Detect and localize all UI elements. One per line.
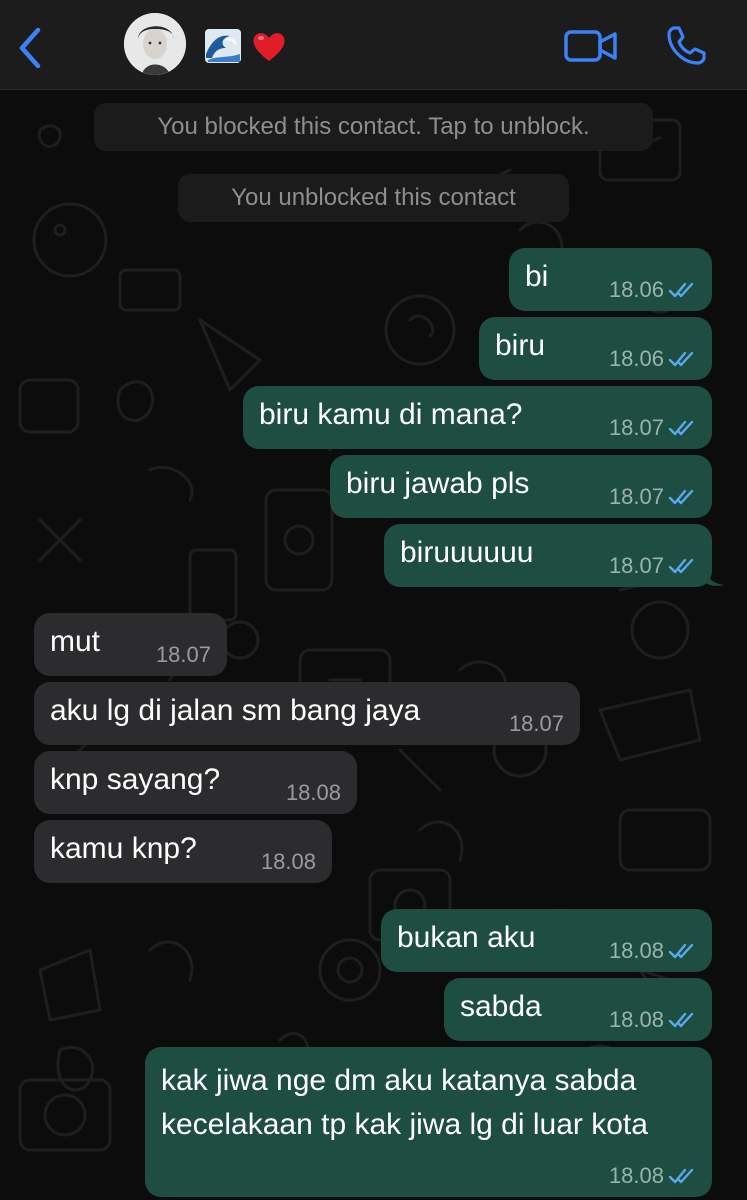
message-meta: 18.07 <box>609 482 698 512</box>
message-meta: 18.08 <box>609 936 698 966</box>
message-bubble-incoming[interactable]: knp sayang? 18.08 <box>34 751 357 814</box>
read-ticks-icon <box>668 943 694 959</box>
message-text: kamu knp? <box>50 832 197 865</box>
message-time: 18.08 <box>608 938 664 963</box>
avatar-photo <box>124 13 186 75</box>
message-meta: 18.07 <box>156 640 211 670</box>
message-text: bi <box>525 260 549 293</box>
message-text: biru <box>495 329 546 362</box>
message-meta: 18.07 <box>609 551 698 581</box>
message-time: 18.06 <box>608 277 664 302</box>
message-text: biru jawab pls <box>346 467 530 500</box>
voice-call-button[interactable] <box>664 24 708 68</box>
message-meta: 18.06 <box>609 275 698 305</box>
chevron-left-icon <box>19 27 41 69</box>
message-bubble-outgoing[interactable]: biru jawab pls 18.07 <box>330 455 712 518</box>
chat-area[interactable]: You blocked this contact. Tap to unblock… <box>0 90 747 1200</box>
message-bubble-outgoing[interactable]: bukan aku 18.08 <box>381 909 712 972</box>
red-heart-emoji <box>250 28 288 64</box>
read-ticks-icon <box>668 351 694 367</box>
message-bubble-outgoing[interactable]: biru kamu di mana? 18.07 <box>243 386 712 449</box>
message-meta: 18.08 <box>609 1161 698 1191</box>
message-text: kak jiwa nge dm aku katanya sabda kecela… <box>161 1064 648 1141</box>
system-message-blocked[interactable]: You blocked this contact. Tap to unblock… <box>94 103 653 151</box>
read-ticks-icon <box>668 1168 694 1184</box>
message-bubble-outgoing[interactable]: biru 18.06 <box>479 317 712 380</box>
message-time: 18.07 <box>608 484 664 509</box>
message-time: 18.08 <box>608 1007 664 1032</box>
message-time: 18.08 <box>285 780 341 805</box>
message-bubble-incoming[interactable]: aku lg di jalan sm bang jaya 18.07 <box>34 682 580 745</box>
read-ticks-icon <box>668 282 694 298</box>
message-meta: 18.08 <box>261 847 316 877</box>
message-text: biruuuuuu <box>400 536 534 569</box>
message-meta: 18.06 <box>609 344 698 374</box>
message-time: 18.08 <box>260 849 316 874</box>
message-bubble-outgoing[interactable]: bi 18.06 <box>509 248 712 311</box>
bubble-tail <box>704 567 724 586</box>
message-text: aku lg di jalan sm bang jaya <box>50 694 421 727</box>
phone-icon <box>667 26 706 65</box>
read-ticks-icon <box>668 1012 694 1028</box>
message-bubble-outgoing[interactable]: sabda 18.08 <box>444 978 712 1041</box>
contact-avatar[interactable] <box>124 13 186 75</box>
message-time: 18.07 <box>155 642 211 667</box>
message-meta: 18.08 <box>286 778 341 808</box>
message-meta: 18.07 <box>609 413 698 443</box>
message-meta: 18.08 <box>609 1005 698 1035</box>
message-time: 18.07 <box>508 711 564 736</box>
message-time: 18.06 <box>608 346 664 371</box>
message-bubble-outgoing[interactable]: biruuuuuu 18.07 <box>384 524 712 587</box>
message-time: 18.08 <box>608 1163 664 1188</box>
wave-emoji <box>204 28 242 64</box>
read-ticks-icon <box>668 489 694 505</box>
read-ticks-icon <box>668 558 694 574</box>
system-message-unblocked: You unblocked this contact <box>178 174 569 222</box>
message-text: mut <box>50 625 101 658</box>
back-button[interactable] <box>12 24 48 72</box>
message-text: bukan aku <box>397 921 536 954</box>
chat-header <box>0 0 747 90</box>
message-text: sabda <box>460 990 542 1023</box>
message-bubble-outgoing[interactable]: kak jiwa nge dm aku katanya sabda kecela… <box>145 1047 712 1197</box>
contact-name[interactable] <box>204 26 288 66</box>
message-text: biru kamu di mana? <box>259 398 523 431</box>
message-bubble-incoming[interactable]: mut 18.07 <box>34 613 227 676</box>
message-text: knp sayang? <box>50 763 221 796</box>
message-bubble-incoming[interactable]: kamu knp? 18.08 <box>34 820 332 883</box>
read-ticks-icon <box>668 420 694 436</box>
message-meta: 18.07 <box>509 709 564 739</box>
message-time: 18.07 <box>608 553 664 578</box>
message-time: 18.07 <box>608 415 664 440</box>
video-camera-icon <box>564 30 617 62</box>
video-call-button[interactable] <box>563 28 619 64</box>
